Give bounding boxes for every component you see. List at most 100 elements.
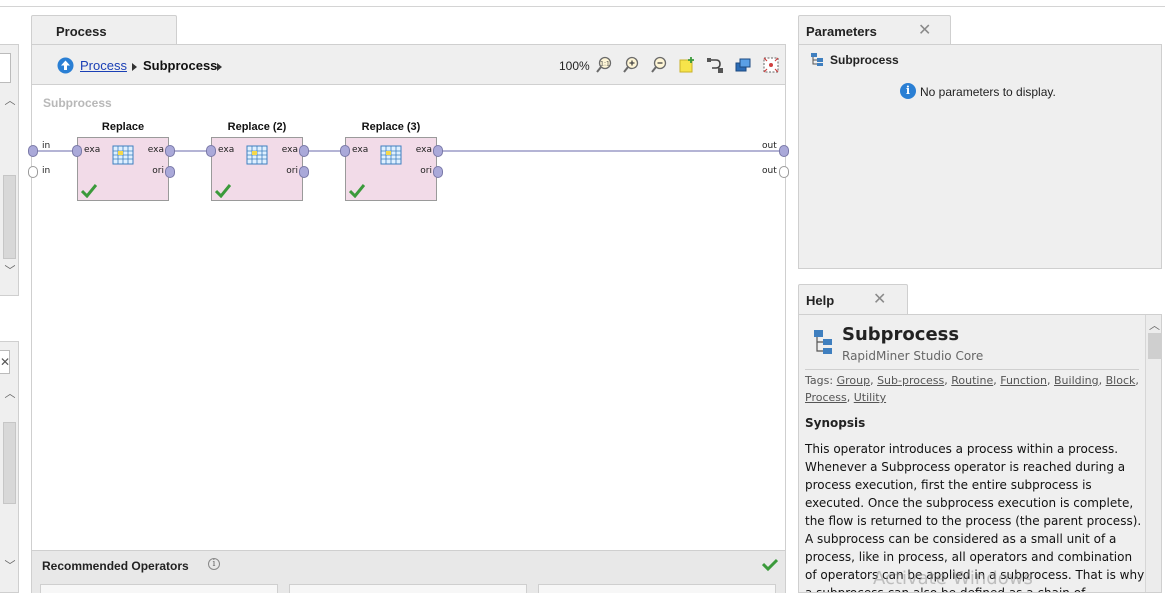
left-panel-bottom-fragment: ✕ ︿ ﹀ [0, 341, 19, 593]
synopsis-line: the flow is returned to the process (the… [805, 514, 1142, 528]
input-port-label: exa [352, 145, 369, 155]
process-output-port-empty[interactable] [779, 166, 789, 178]
tab-help[interactable]: Help ✕ [798, 284, 908, 315]
operator-body[interactable]: exa exa ori [77, 137, 169, 201]
tag-link[interactable]: Sub-process [877, 374, 944, 387]
operator-output-port[interactable] [299, 145, 309, 157]
recommended-operator-card[interactable] [40, 584, 278, 593]
recommended-operators-bar: Recommended Operators i [32, 550, 785, 593]
close-icon[interactable]: ✕ [873, 292, 886, 308]
help-title: Subprocess [842, 324, 960, 345]
output-port-label: exa [147, 145, 164, 155]
recommended-operator-card[interactable] [538, 584, 776, 593]
recommended-operators-label: Recommended Operators [42, 559, 189, 573]
app-window: ︿ ﹀ ✕ ︿ ﹀ Process Process Subprocess 100… [0, 0, 1165, 593]
help-panel: Subprocess RapidMiner Studio Core Tags: … [798, 314, 1162, 593]
input-port-label: exa [218, 145, 235, 155]
synopsis-heading: Synopsis [805, 416, 866, 430]
synopsis-line: process, like in process, all operators … [805, 550, 1133, 564]
operator-output-port[interactable] [299, 166, 309, 178]
tab-process-label: Process [56, 24, 107, 39]
scroll-down-icon[interactable]: ﹀ [4, 265, 16, 277]
synopsis-line: Whenever a Subprocess operator is reache… [805, 460, 1126, 474]
windows-activation-watermark: Activate Windows [873, 568, 1033, 589]
operator-output-port[interactable] [165, 166, 175, 178]
arrange-operators-icon[interactable] [734, 56, 752, 74]
output-port-label: exa [415, 145, 432, 155]
zoom-out-icon[interactable] [650, 56, 668, 74]
help-divider [805, 369, 1139, 370]
tab-parameters[interactable]: Parameters ✕ [798, 15, 951, 45]
recommended-operator-card[interactable] [289, 584, 527, 593]
fit-to-view-icon[interactable] [762, 56, 780, 74]
output-port-label: ori [420, 166, 432, 176]
operator-replace[interactable]: Replace exa exa ori [72, 119, 181, 203]
close-icon[interactable]: ✕ [0, 350, 10, 374]
scroll-up-icon[interactable]: ︿ [4, 388, 16, 400]
operator-title: Replace [101, 121, 145, 133]
zoom-in-icon[interactable] [622, 56, 640, 74]
help-subtitle: RapidMiner Studio Core [842, 349, 984, 363]
tag-link[interactable]: Routine [951, 374, 993, 387]
tab-process[interactable]: Process [31, 15, 177, 45]
tag-link[interactable]: Building [1054, 374, 1099, 387]
process-output-label: out [762, 141, 777, 151]
process-output-port[interactable] [779, 145, 789, 157]
table-replace-icon [112, 145, 134, 165]
operator-replace-3[interactable]: Replace (3) exa exa ori [340, 119, 449, 203]
process-input-label: in [42, 166, 51, 176]
collapse-check-icon[interactable] [762, 558, 778, 572]
operator-output-port[interactable] [165, 145, 175, 157]
zoom-level: 100% [559, 59, 590, 73]
scroll-up-icon[interactable]: ︿ [4, 95, 16, 107]
output-port-label: ori [152, 166, 164, 176]
zoom-reset-icon[interactable]: 1:1 [595, 56, 613, 74]
scrollbar-thumb[interactable] [1148, 333, 1161, 359]
scrollbar-thumb[interactable] [3, 175, 16, 259]
synopsis-line: This operator introduces a process withi… [805, 442, 1119, 456]
tag-link[interactable]: Utility [854, 391, 886, 404]
synopsis-line: executed. Once the subprocess execution … [805, 496, 1134, 510]
synopsis-line: process execution, first the entire subp… [805, 478, 1092, 492]
close-icon[interactable]: ✕ [918, 23, 931, 39]
operator-input-port[interactable] [72, 145, 82, 157]
tag-link[interactable]: Block [1106, 374, 1136, 387]
operator-output-port[interactable] [433, 166, 443, 178]
synopsis-line: A subprocess can be considered as a smal… [805, 532, 1117, 546]
info-icon[interactable]: i [208, 558, 220, 570]
operator-input-port[interactable] [340, 145, 350, 157]
process-input-port[interactable] [28, 145, 38, 157]
no-parameters-message: No parameters to display. [920, 85, 1056, 99]
breadcrumb-expand-icon[interactable] [217, 63, 222, 71]
table-replace-icon [246, 145, 268, 165]
navigate-up-icon[interactable] [57, 57, 74, 74]
operator-output-port[interactable] [433, 145, 443, 157]
help-scrollbar[interactable]: ︿ [1145, 315, 1161, 592]
scroll-down-icon[interactable]: ﹀ [4, 560, 16, 572]
operator-title: Replace (2) [227, 121, 287, 133]
tab-help-label: Help [806, 293, 835, 308]
scrollbar-thumb[interactable] [3, 422, 16, 504]
svg-text:1:1: 1:1 [600, 61, 610, 68]
tag-link[interactable]: Function [1000, 374, 1047, 387]
status-ok-check-icon [81, 184, 97, 198]
process-panel: Process Subprocess 100% 1:1 Subprocess i… [28, 44, 789, 593]
add-note-icon[interactable] [678, 56, 696, 74]
operator-replace-2[interactable]: Replace (2) exa exa ori [206, 119, 315, 203]
top-divider [0, 6, 1165, 7]
status-ok-check-icon [349, 184, 365, 198]
process-input-port-empty[interactable] [28, 166, 38, 178]
operator-body[interactable]: exa exa ori [211, 137, 303, 201]
tag-link[interactable]: Process [805, 391, 847, 404]
process-canvas[interactable]: Subprocess in in out out Replace exa exa… [28, 85, 789, 550]
breadcrumb-process-link[interactable]: Process [80, 58, 127, 74]
operator-body[interactable]: exa exa ori [345, 137, 437, 201]
tag-link[interactable]: Group [837, 374, 871, 387]
left-panel-top-fragment: ︿ ﹀ [0, 44, 19, 296]
output-port-label: ori [286, 166, 298, 176]
process-toolbar: Process Subprocess 100% 1:1 [32, 45, 785, 85]
operator-input-port[interactable] [206, 145, 216, 157]
left-input-stub[interactable] [0, 53, 11, 83]
scroll-up-icon[interactable]: ︿ [1149, 317, 1160, 333]
auto-wire-icon[interactable] [706, 56, 724, 74]
